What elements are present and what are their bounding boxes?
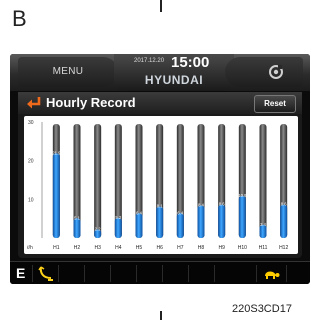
panel-header: Hourly Record Reset xyxy=(18,92,302,114)
bar-value-label: 5.1 xyxy=(74,215,80,220)
cluster-screen: MENU 2017.12.20 15:00 HYUNDAI Hourly Rec… xyxy=(10,54,310,284)
date-display: 2017.12.20 xyxy=(134,58,165,64)
y-unit-label: ℓ/h xyxy=(27,245,33,251)
divider xyxy=(58,265,59,282)
brand-label: HYUNDAI xyxy=(144,73,204,87)
bar-value-label: 5.2 xyxy=(115,215,121,220)
data-bar xyxy=(52,153,60,238)
x-tick-label: H11 xyxy=(259,245,268,251)
divider xyxy=(110,265,111,282)
y-tick-label: 20 xyxy=(28,159,34,165)
bar-value-label: 3.4 xyxy=(260,222,266,227)
hourly-bar-chart: 10 20 30 ℓ/h 21.9 H1 5.1 H2 2.2 H3 5.2 H4 6.4 H5 8.1 H… xyxy=(27,120,288,251)
x-tick-label: H6 xyxy=(156,245,163,251)
y-tick-label: 30 xyxy=(28,120,34,126)
data-bar xyxy=(280,204,288,238)
clock-panel: 2017.12.20 15:00 HYUNDAI xyxy=(114,54,234,91)
bar-value-label: 6.4 xyxy=(136,210,142,215)
bottom-tick-mark xyxy=(160,311,162,320)
menu-button[interactable]: MENU xyxy=(18,57,118,87)
turtle-icon xyxy=(265,271,280,279)
divider xyxy=(188,265,189,282)
time-display: 15:00 xyxy=(171,54,210,71)
data-bar xyxy=(135,213,143,238)
x-tick-label: H2 xyxy=(74,245,81,251)
work-lever-icon xyxy=(38,266,53,281)
bar-value-label: 8.1 xyxy=(157,204,163,209)
x-tick-label: H9 xyxy=(218,245,225,251)
panel-title: Hourly Record xyxy=(46,95,136,110)
bar-value-label: 8.6 xyxy=(219,202,225,207)
settings-button[interactable] xyxy=(225,57,303,87)
back-arrow-icon[interactable] xyxy=(26,96,42,110)
divider xyxy=(214,265,215,282)
figure-caption: 220S3CD17 xyxy=(232,303,292,315)
divider xyxy=(84,265,85,282)
divider xyxy=(286,265,287,282)
x-tick-label: H1 xyxy=(53,245,60,251)
chart-area: 10 20 30 ℓ/h 21.9 H1 5.1 H2 2.2 H3 5.2 H4 6.4 H5 8.1 H… xyxy=(24,116,298,254)
x-tick-label: H12 xyxy=(279,245,288,251)
mode-indicator: E xyxy=(16,265,26,281)
reset-button[interactable]: Reset xyxy=(254,95,296,113)
divider xyxy=(256,265,257,282)
y-tick-label: 10 xyxy=(28,197,34,203)
x-tick-label: H5 xyxy=(136,245,143,251)
x-tick-label: H8 xyxy=(198,245,205,251)
bar-value-label: 8.4 xyxy=(198,203,204,208)
x-tick-label: H7 xyxy=(177,245,184,251)
divider xyxy=(32,265,33,282)
gear-icon xyxy=(269,65,283,79)
data-bar xyxy=(114,217,122,238)
top-bar: MENU 2017.12.20 15:00 HYUNDAI xyxy=(10,54,310,91)
data-bar xyxy=(218,204,226,238)
bar-value-label: 10.9 xyxy=(238,193,247,198)
data-bar xyxy=(176,213,184,238)
data-bar xyxy=(156,206,164,238)
data-bar xyxy=(73,218,81,238)
data-bar xyxy=(197,205,205,238)
hourly-record-panel: Hourly Record Reset 10 20 30 ℓ/h 21.9 H1… xyxy=(18,92,302,258)
divider xyxy=(136,265,137,282)
section-letter: B xyxy=(12,6,27,31)
bar-value-label: 21.9 xyxy=(52,150,61,155)
bar-track xyxy=(94,124,102,238)
bottom-status-bar: E xyxy=(10,261,310,284)
divider xyxy=(162,265,163,282)
x-tick-label: H10 xyxy=(238,245,247,251)
x-tick-label: H4 xyxy=(115,245,122,251)
bar-value-label: 2.2 xyxy=(95,226,101,231)
bar-value-label: 8.6 xyxy=(281,202,287,207)
data-bar xyxy=(238,195,246,238)
bar-value-label: 6.4 xyxy=(177,210,183,215)
x-tick-label: H3 xyxy=(94,245,101,251)
top-tick-mark xyxy=(160,0,162,12)
